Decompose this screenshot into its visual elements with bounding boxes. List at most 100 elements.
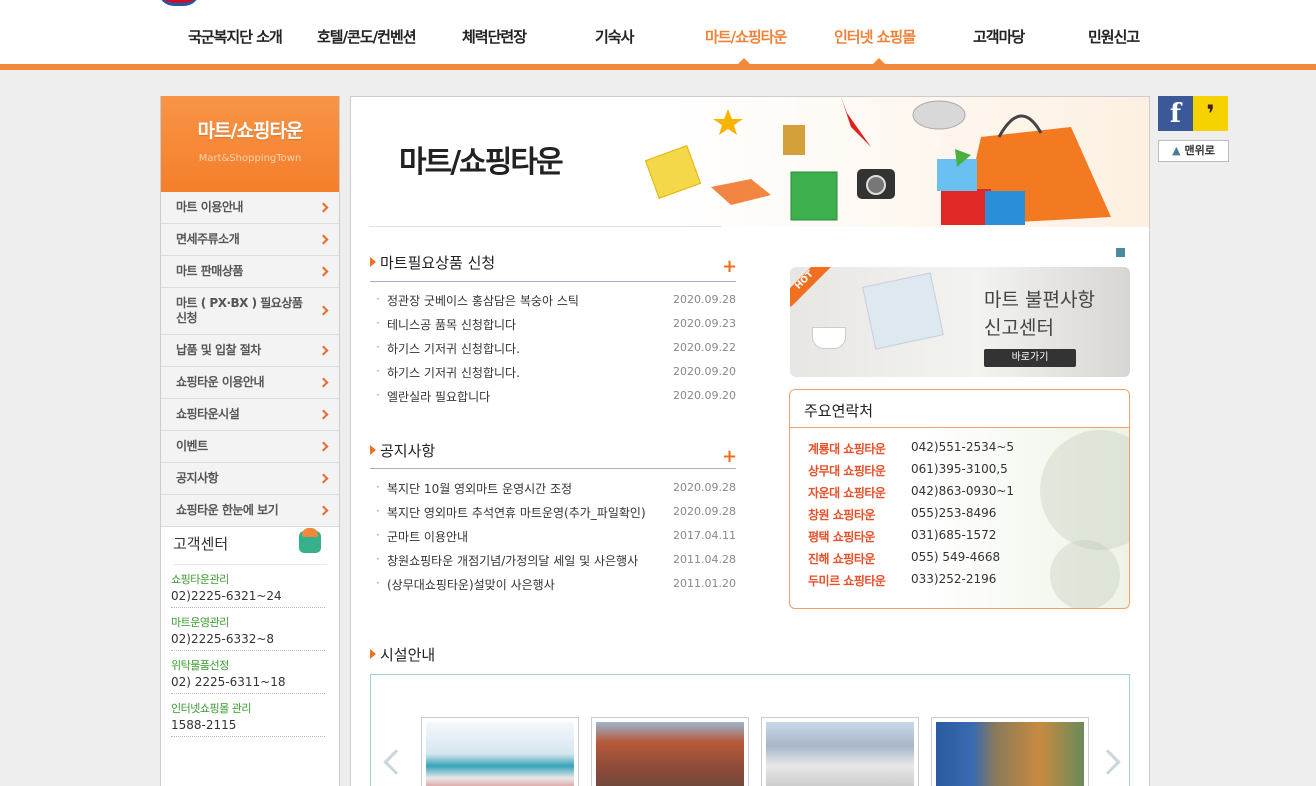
nav-underline <box>0 64 1316 70</box>
sidebar-item-bidding[interactable]: 납품 및 입찰 절차 <box>161 335 339 367</box>
chevron-right-icon <box>318 266 329 276</box>
facility-section-title: 시설안내 <box>370 644 435 665</box>
coffee-cup-image <box>812 327 846 349</box>
list-item[interactable]: 하기스 기저귀 신청합니다. 2020.09.20 <box>373 360 741 384</box>
sidebar-item-products[interactable]: 마트 판매상품 <box>161 256 339 288</box>
contact-phone: 055)253-8496 <box>911 506 997 520</box>
facility-thumb[interactable] <box>421 717 579 786</box>
contact-row: 계룡대 쇼핑타운 042)551-2534~5 <box>790 436 1129 458</box>
sidebar-item-events[interactable]: 이벤트 <box>161 431 339 463</box>
nav-item-fitness[interactable]: 체력단련장 <box>462 26 527 47</box>
scroll-top-label: 맨위로 <box>1184 144 1215 157</box>
facility-thumb[interactable] <box>591 717 749 786</box>
facility-image <box>936 722 1084 786</box>
nav-item-complaint[interactable]: 민원신고 <box>1088 26 1140 47</box>
sidebar-item-notices[interactable]: 공지사항 <box>161 463 339 495</box>
notice-section-title[interactable]: 공지사항 <box>370 440 435 461</box>
sidebar-item-duty-free[interactable]: 면세주류소개 <box>161 224 339 256</box>
contact-phone: 031)685-1572 <box>911 528 997 542</box>
carousel-next-icon[interactable] <box>1095 749 1121 775</box>
cs-entry: 인터넷쇼핑몰 관리 1588-2115 <box>171 694 325 737</box>
notice-divider <box>370 468 736 469</box>
banner-headline: 마트 불편사항 <box>984 289 1095 311</box>
chevron-right-icon <box>318 441 329 451</box>
cs-name: 인터넷쇼핑몰 관리 <box>171 702 251 715</box>
list-item[interactable]: 군마트 이용안내 2017.04.11 <box>373 524 741 548</box>
post-title: 복지단 영외마트 추석연휴 마트운영(추가_파일확인) <box>376 504 646 521</box>
contact-name: 상무대 쇼핑타운 <box>808 464 886 478</box>
post-date: 2017.04.11 <box>673 529 736 542</box>
post-date: 2020.09.28 <box>673 481 736 494</box>
kakaostory-icon[interactable]: ❜ <box>1193 96 1228 131</box>
list-item[interactable]: (상무대쇼핑타운)설맞이 사은행사 2011.01.20 <box>373 572 741 596</box>
post-title: 하기스 기저귀 신청합니다. <box>376 364 520 381</box>
complaint-center-banner[interactable]: HOT 마트 불편사항 신고센터 바로가기 <box>790 267 1130 377</box>
nav-item-mart[interactable]: 마트/쇼핑타운 <box>705 26 787 47</box>
chevron-right-icon <box>318 345 329 355</box>
sidebar-item-label: 납품 및 입찰 절차 <box>176 343 261 357</box>
scroll-top-button[interactable]: ▲ 맨위로 <box>1158 140 1229 162</box>
sidebar-item-label: 마트 ( PX·BX ) 필요상품 신청 <box>176 296 303 325</box>
contact-row: 자운대 쇼핑타운 042)863-0930~1 <box>790 480 1129 502</box>
site-logo[interactable] <box>158 0 200 6</box>
sidebar-item-label: 마트 이용안내 <box>176 200 243 214</box>
request-more-plus-icon[interactable]: + <box>722 256 737 277</box>
nav-item-about[interactable]: 국군복지단 소개 <box>188 26 283 47</box>
post-title: 하기스 기저귀 신청합니다. <box>376 340 520 357</box>
sidebar-item-facilities[interactable]: 쇼핑타운시설 <box>161 399 339 431</box>
post-date: 2020.09.20 <box>673 389 736 402</box>
post-date: 2020.09.20 <box>673 365 736 378</box>
carousel-prev-icon[interactable] <box>383 749 409 775</box>
post-date: 2011.01.20 <box>673 577 736 590</box>
shopping-illustration <box>644 97 1111 225</box>
chevron-right-icon <box>318 202 329 212</box>
list-item[interactable]: 복지단 10월 영외마트 운영시간 조정 2020.09.28 <box>373 476 741 500</box>
sidebar-item-product-request[interactable]: 마트 ( PX·BX ) 필요상품 신청 <box>161 288 339 335</box>
sidebar-item-overview[interactable]: 쇼핑타운 한눈에 보기 <box>161 495 339 527</box>
notice-more-plus-icon[interactable]: + <box>722 446 737 467</box>
arrow-up-icon: ▲ <box>1172 144 1181 157</box>
nav-item-hotel[interactable]: 호텔/콘도/컨벤션 <box>317 26 417 47</box>
list-item[interactable]: 복지단 영외마트 추석연휴 마트운영(추가_파일확인) 2020.09.28 <box>373 500 741 524</box>
main-content: 마트/쇼핑타운 마트필요상품 신청 + 정관장 굿베이스 홍삼담은 복숭아 스틱… <box>350 96 1150 786</box>
facility-thumb[interactable] <box>931 717 1089 786</box>
sidebar-item-town-guide[interactable]: 쇼핑타운 이용안내 <box>161 367 339 399</box>
letter-cards-image <box>862 272 944 350</box>
contact-phone: 042)551-2534~5 <box>911 440 1015 454</box>
nav-item-customer[interactable]: 고객마당 <box>973 26 1025 47</box>
cs-entry: 마트운영관리 02)2225-6332~8 <box>171 608 325 651</box>
nav-item-online-mall[interactable]: 인터넷 쇼핑몰 <box>834 26 916 47</box>
list-item[interactable]: 하기스 기저귀 신청합니다. 2020.09.22 <box>373 336 741 360</box>
sidebar: 마트/쇼핑타운 Mart&ShoppingTown 마트 이용안내 면세주류소개… <box>160 96 340 786</box>
request-section-title[interactable]: 마트필요상품 신청 <box>370 252 495 273</box>
top-navigation: 국군복지단 소개 호텔/콘도/컨벤션 체력단련장 기숙사 마트/쇼핑타운 인터넷… <box>0 0 1316 70</box>
sidebar-item-label: 쇼핑타운 이용안내 <box>176 375 265 389</box>
facility-image <box>766 722 914 786</box>
cs-name: 마트운영관리 <box>171 616 229 629</box>
sidebar-title: 마트/쇼핑타운 <box>197 120 304 142</box>
list-item[interactable]: 엘란실라 필요합니다 2020.09.20 <box>373 384 741 408</box>
nav-item-dormitory[interactable]: 기숙사 <box>595 26 634 47</box>
go-button[interactable]: 바로가기 <box>984 349 1076 367</box>
cs-phone: 1588-2115 <box>171 718 237 732</box>
chevron-right-icon <box>318 505 329 515</box>
customer-center: 고객센터 <box>161 527 339 565</box>
sidebar-item-mart-guide[interactable]: 마트 이용안내 <box>161 192 339 224</box>
contact-row: 창원 쇼핑타운 055)253-8496 <box>790 502 1129 524</box>
list-item[interactable]: 창원쇼핑타운 개점기념/가정의달 세일 및 사은행사 2011.04.28 <box>373 548 741 572</box>
list-item[interactable]: 테니스공 품목 신청합니다 2020.09.23 <box>373 312 741 336</box>
post-date: 2020.09.23 <box>673 317 736 330</box>
cs-phone: 02) 2225-6311~18 <box>171 675 286 689</box>
cs-name: 위탁물품선정 <box>171 659 229 672</box>
sidebar-item-label: 마트 판매상품 <box>176 264 243 278</box>
post-title: 테니스공 품목 신청합니다 <box>376 316 516 333</box>
contact-row: 두미르 쇼핑타운 033)252-2196 <box>790 568 1129 590</box>
chevron-right-icon <box>318 234 329 244</box>
chevron-right-icon <box>318 473 329 483</box>
facebook-icon[interactable]: f <box>1158 96 1193 131</box>
facility-thumb[interactable] <box>761 717 919 786</box>
cs-entry: 쇼핑타운관리 02)2225-6321~24 <box>171 565 325 608</box>
list-item[interactable]: 정관장 굿베이스 홍삼담은 복숭아 스틱 2020.09.28 <box>373 288 741 312</box>
contact-name: 평택 쇼핑타운 <box>808 530 875 544</box>
telephone-icon <box>299 528 321 553</box>
